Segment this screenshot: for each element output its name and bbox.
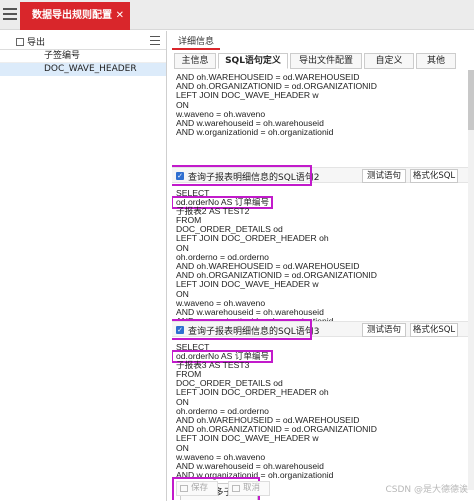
subtab-sql-definition[interactable]: SQL语句定义 <box>218 53 288 69</box>
highlight-box <box>172 319 312 340</box>
subtab-custom[interactable]: 自定义 <box>364 53 414 69</box>
sql-scroll-area[interactable]: AND oh.WAREHOUSEID = od.WAREHOUSEID AND … <box>172 70 468 500</box>
subtab-other[interactable]: 其他 <box>416 53 456 69</box>
highlight-box <box>172 165 312 186</box>
right-panel: 详细信息 主信息 SQL语句定义 导出文件配置 自定义 其他 AND oh.WA… <box>168 31 474 501</box>
export-label: 导出 <box>27 38 46 48</box>
cancel-icon <box>232 485 240 492</box>
column-options-icon[interactable] <box>150 36 160 45</box>
sql-editor-3[interactable]: FROM DOC_ORDER_DETAILS od LEFT JOIN DOC_… <box>176 369 456 480</box>
subtab-main-info[interactable]: 主信息 <box>174 53 216 69</box>
top-bar: 数据导出规则配置 ✕ <box>0 0 474 30</box>
export-button[interactable]: 导出 <box>16 35 45 48</box>
save-icon <box>180 485 188 492</box>
test-statement-button-3[interactable]: 测试语句 <box>362 323 406 337</box>
format-sql-button-3[interactable]: 格式化SQL <box>410 323 458 337</box>
cancel-label: 取消 <box>243 483 261 493</box>
sql-editor-1[interactable]: AND oh.WAREHOUSEID = od.WAREHOUSEID AND … <box>176 72 456 137</box>
tab-title: 数据导出规则配置 <box>32 10 112 21</box>
table-row[interactable]: 1 DOC_WAVE_HEADER <box>0 63 166 76</box>
sql3-strike-line: 子报表3 AS TEST3 <box>176 360 250 370</box>
test-statement-button-2[interactable]: 测试语句 <box>362 169 406 183</box>
left-panel: 导出 子签编号 1 DOC_WAVE_HEADER <box>0 31 167 501</box>
vertical-scrollbar[interactable] <box>468 70 474 490</box>
sql-editor-2[interactable]: FROM DOC_ORDER_DETAILS od LEFT JOIN DOC_… <box>176 215 456 326</box>
save-label: 保存 <box>191 483 209 493</box>
column-header[interactable]: 子签编号 <box>0 50 166 63</box>
row-value: DOC_WAVE_HEADER <box>44 64 137 74</box>
format-sql-button-2[interactable]: 格式化SQL <box>410 169 458 183</box>
subtab-export-file[interactable]: 导出文件配置 <box>290 53 362 69</box>
save-button[interactable]: 保存 <box>176 481 218 496</box>
menu-icon[interactable] <box>3 8 17 22</box>
tab-data-export-rule[interactable]: 数据导出规则配置 ✕ <box>20 2 130 30</box>
left-toolbar: 导出 <box>0 31 166 50</box>
close-icon[interactable]: ✕ <box>116 2 124 30</box>
scrollbar-thumb[interactable] <box>468 70 474 130</box>
export-icon <box>16 38 24 46</box>
watermark: CSDN @是大德德诶 <box>385 485 468 495</box>
sql2-strike-line: 子报表2 AS TEST2 <box>176 206 250 216</box>
cancel-button[interactable]: 取消 <box>228 481 270 496</box>
tab-detail-info[interactable]: 详细信息 <box>172 34 220 50</box>
